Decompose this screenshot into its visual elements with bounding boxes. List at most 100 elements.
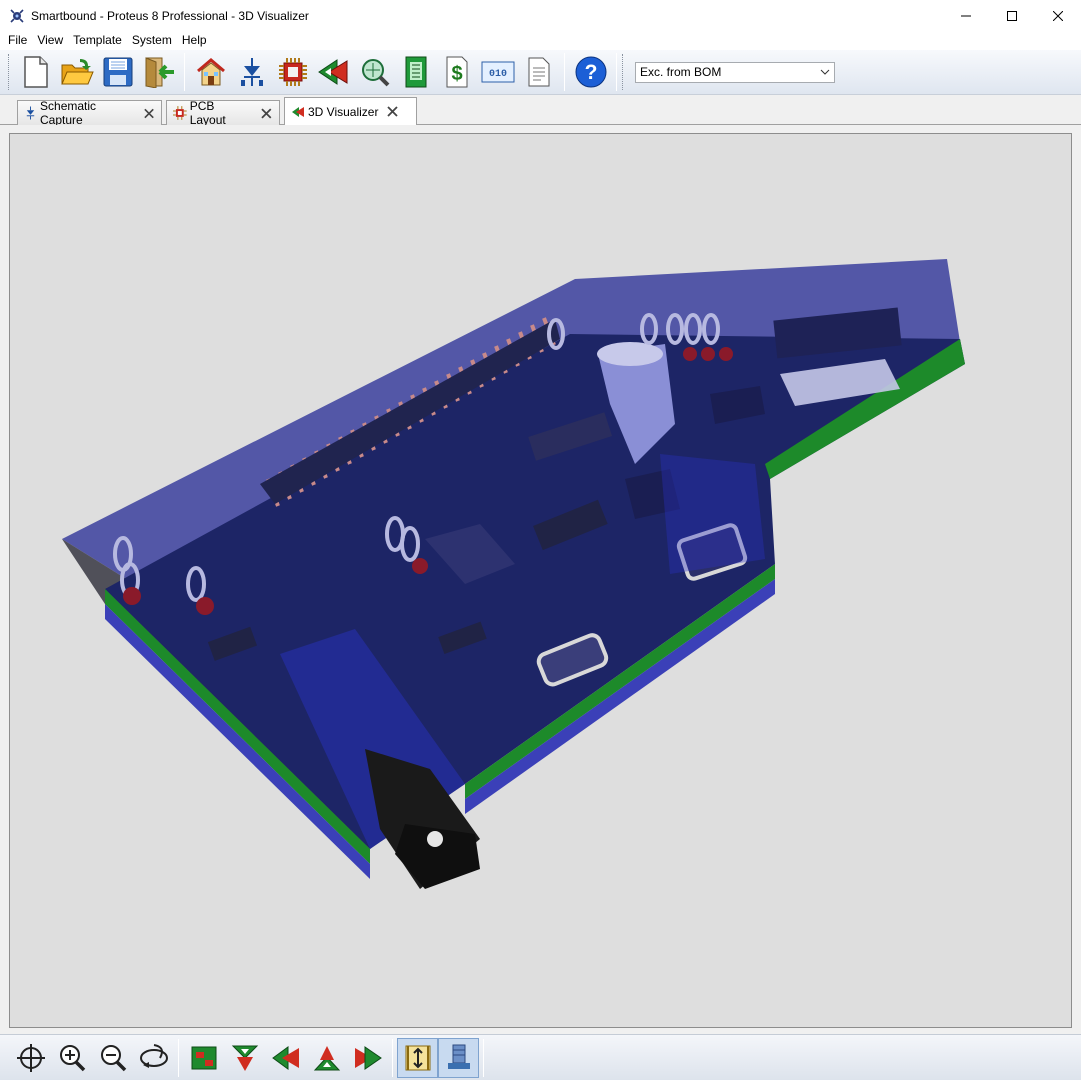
pcb-tab-icon	[173, 106, 187, 120]
design-notes-icon	[528, 57, 549, 87]
front-view-button[interactable]	[224, 1038, 265, 1078]
toolbar-separator	[483, 1038, 484, 1077]
orbit-icon	[139, 1043, 168, 1068]
new-file-icon	[23, 56, 48, 88]
front-view-icon	[231, 1045, 258, 1071]
schematic-capture-icon	[240, 58, 263, 86]
svg-text:010: 010	[488, 69, 506, 80]
bom-filter-select[interactable]: Exc. from BOM	[635, 61, 835, 83]
menu-bar: File View Template System Help	[0, 31, 1081, 50]
design-explorer-button[interactable]	[395, 52, 436, 92]
zoom-out-button[interactable]	[92, 1038, 133, 1078]
svg-text:?: ?	[584, 61, 597, 84]
title-bar: Smartbound - Proteus 8 Professional - 3D…	[0, 0, 1081, 31]
save-project-button[interactable]	[97, 52, 138, 92]
3d-tab-icon	[292, 106, 304, 117]
tab-pcb-layout[interactable]: PCB Layout	[166, 99, 280, 127]
pcb-3d-model	[62, 259, 965, 889]
left-view-button[interactable]	[265, 1038, 306, 1078]
back-view-icon	[313, 1045, 340, 1070]
toolbar-separator	[392, 1038, 393, 1077]
home-page-button[interactable]	[190, 52, 231, 92]
select-crosshair-button[interactable]	[10, 1038, 51, 1078]
new-file-button[interactable]	[15, 52, 56, 92]
zoom-in-icon	[59, 1044, 85, 1071]
crosshair-icon	[16, 1043, 45, 1072]
tab-label: Schematic Capture	[40, 99, 97, 127]
help-button[interactable]: ?	[570, 52, 611, 92]
bill-of-materials-icon: $	[446, 56, 467, 88]
tab-schematic-capture[interactable]: Schematic Capture	[17, 99, 162, 127]
proteus-app-icon	[10, 8, 24, 23]
menu-system[interactable]: System	[127, 31, 177, 50]
capacitor-top	[597, 342, 663, 366]
source-code-button[interactable]: 010	[477, 52, 518, 92]
pcb-layout-icon	[278, 58, 307, 86]
zoom-in-button[interactable]	[51, 1038, 92, 1078]
gerber-viewer-icon	[361, 59, 389, 87]
dc-jack-hole	[427, 831, 443, 847]
tab-label: 3D Visualizer	[308, 104, 379, 119]
view-toolbar	[0, 1034, 1081, 1080]
tab-3d-visualizer[interactable]: 3D Visualizer	[284, 97, 417, 125]
menu-view[interactable]: View	[32, 31, 68, 50]
top-view-button[interactable]	[183, 1038, 224, 1078]
source-code-icon: 010	[481, 61, 514, 83]
help-icon: ?	[575, 56, 606, 88]
open-project-button[interactable]	[56, 52, 97, 92]
maximize-icon	[1007, 10, 1017, 21]
close-project-icon	[145, 57, 174, 88]
design-notes-button[interactable]	[518, 52, 559, 92]
right-view-icon	[354, 1045, 382, 1070]
gerber-viewer-button[interactable]	[354, 52, 395, 92]
home-icon	[196, 58, 225, 86]
close-icon	[1053, 10, 1063, 21]
height-mode-toggle[interactable]	[397, 1037, 438, 1078]
schematic-tab-icon	[26, 106, 35, 120]
height-mode-icon	[405, 1045, 430, 1070]
document-tabs: Schematic Capture PCB Layout 3D Visualiz…	[0, 96, 1081, 127]
close-project-button[interactable]	[138, 52, 179, 92]
zoom-out-icon	[100, 1044, 126, 1071]
bom-filter-value: Exc. from BOM	[640, 65, 722, 79]
close-tab-icon[interactable]	[386, 105, 399, 118]
top-view-icon	[191, 1046, 216, 1069]
save-disk-icon	[103, 57, 132, 87]
minimize-button[interactable]	[943, 0, 989, 31]
orbit-button[interactable]	[133, 1038, 174, 1078]
main-toolbar: $ 010 ? Exc. from BOM	[0, 50, 1081, 95]
3d-visualizer-button[interactable]	[313, 52, 354, 92]
toolbar-separator	[178, 1038, 179, 1077]
toolbar-grip[interactable]	[8, 54, 11, 90]
close-tab-icon[interactable]	[260, 107, 273, 120]
pcb-board	[105, 334, 965, 849]
3d-visualizer-icon	[317, 59, 347, 85]
menu-file[interactable]: File	[3, 31, 32, 50]
enclosure-side-panel	[660, 454, 765, 574]
left-view-icon	[271, 1045, 299, 1070]
pcb-layout-button[interactable]	[272, 52, 313, 92]
minimize-icon	[961, 15, 971, 16]
bill-of-materials-button[interactable]: $	[436, 52, 477, 92]
chevron-down-icon	[820, 69, 830, 75]
component-height-toggle[interactable]	[438, 1037, 479, 1078]
tab-label: PCB Layout	[189, 99, 226, 127]
menu-template[interactable]: Template	[68, 31, 127, 50]
toolbar-separator	[564, 53, 565, 91]
toolbar-separator	[616, 53, 617, 91]
toolbar-separator	[184, 53, 185, 91]
component-height-icon	[447, 1044, 470, 1069]
back-view-button[interactable]	[306, 1038, 347, 1078]
close-tab-icon[interactable]	[143, 107, 155, 120]
design-explorer-icon	[405, 56, 426, 88]
svg-text:$: $	[451, 63, 462, 85]
schematic-capture-button[interactable]	[231, 52, 272, 92]
right-view-button[interactable]	[347, 1038, 388, 1078]
close-button[interactable]	[1035, 0, 1081, 31]
toolbar-grip[interactable]	[622, 54, 625, 90]
open-folder-icon	[60, 59, 94, 85]
window-title: Smartbound - Proteus 8 Professional - 3D…	[31, 8, 309, 23]
menu-help[interactable]: Help	[177, 31, 212, 50]
3d-viewport[interactable]	[9, 133, 1072, 1028]
maximize-button[interactable]	[989, 0, 1035, 31]
